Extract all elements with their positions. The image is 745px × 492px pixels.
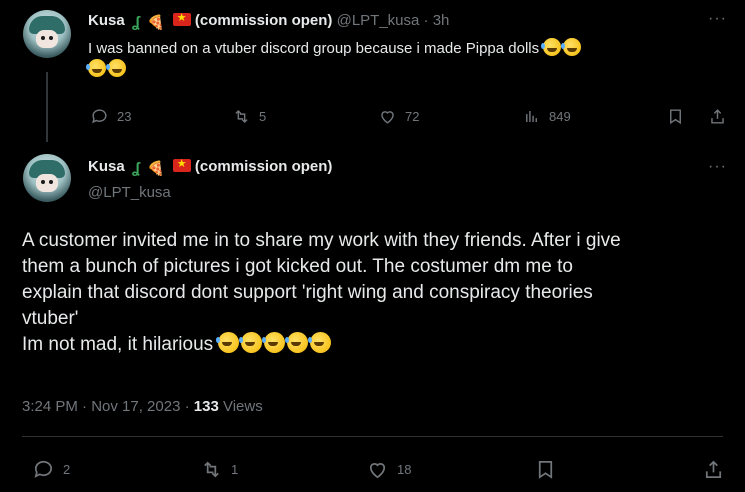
laughing-emoji-icon: [541, 38, 562, 56]
thread-line: [46, 72, 48, 142]
pizza-emoji-icon: 🍕: [147, 14, 165, 30]
reply-button[interactable]: 2: [32, 458, 70, 481]
tweet-header: Kusa ʆ 🍕 (commission open) @LPT_kusa · 3…: [88, 11, 450, 31]
vietnam-flag-icon: [172, 11, 191, 26]
handle[interactable]: @LPT_kusa: [88, 184, 171, 201]
views-button[interactable]: 849: [522, 107, 571, 126]
bookmark-button[interactable]: [666, 107, 685, 126]
tweet-timestamp[interactable]: 3:24 PM · Nov 17, 2023 ·: [22, 398, 194, 415]
repost-arrows-icon: [204, 461, 219, 478]
divider: [22, 436, 723, 437]
tweet-text: A customer invited me in to share my wor…: [22, 228, 722, 358]
tweet-text: I was banned on a vtuber discord group b…: [86, 38, 728, 80]
tweet-actions: 2 1 18: [32, 458, 722, 482]
laughing-emoji-icon: [308, 332, 332, 353]
avatar[interactable]: [23, 154, 71, 202]
dragon-emoji-icon: ʆ: [131, 160, 140, 177]
handle[interactable]: @LPT_kusa: [337, 12, 420, 29]
tweet-line: vtuber': [22, 308, 79, 329]
vietnam-flag-icon: [172, 157, 191, 172]
tweet-line: them a bunch of pictures i got kicked ou…: [22, 256, 573, 277]
share-button[interactable]: [702, 458, 725, 481]
repost-count: 1: [231, 462, 239, 477]
laughing-emoji-icon: [561, 38, 582, 56]
views-label: Views: [218, 398, 263, 415]
bookmark-icon: [670, 109, 681, 125]
more-dots-icon[interactable]: ···: [708, 158, 727, 176]
author-name[interactable]: Kusa: [88, 12, 125, 29]
more-dots-icon[interactable]: ···: [708, 10, 727, 28]
bookmark-icon: [538, 460, 553, 479]
tweet-text-content: I was banned on a vtuber discord group b…: [88, 40, 540, 57]
tweet-line: A customer invited me in to share my wor…: [22, 230, 621, 251]
share-button[interactable]: [708, 107, 727, 126]
laughing-emoji-icon: [216, 332, 240, 353]
speech-bubble-icon: [34, 460, 53, 478]
repost-button[interactable]: 5: [232, 107, 266, 126]
timestamp[interactable]: · 3h: [424, 12, 450, 29]
laughing-emoji-icon: [239, 332, 263, 353]
tweet-line: Im not mad, it hilarious: [22, 334, 214, 355]
reply-button[interactable]: 23: [90, 107, 131, 126]
reply-count: 23: [117, 109, 132, 124]
tweet-line-last: Im not mad, it hilarious: [22, 332, 722, 358]
author-suffix[interactable]: (commission open): [195, 158, 333, 175]
laughing-emoji-icon: [262, 332, 286, 353]
author-suffix[interactable]: (commission open): [195, 12, 333, 29]
tweet-line: explain that discord dont support 'right…: [22, 282, 593, 303]
laughing-emoji-icon: [106, 59, 126, 77]
avatar[interactable]: [23, 10, 71, 58]
tweet-header: Kusa ʆ 🍕 (commission open): [88, 157, 333, 177]
views-count: 133: [193, 398, 219, 415]
share-upload-icon: [711, 109, 724, 124]
repost-count: 5: [259, 109, 267, 124]
share-upload-icon: [705, 460, 722, 479]
like-button[interactable]: 18: [366, 458, 411, 481]
repost-arrows-icon: [235, 109, 248, 124]
dragon-emoji-icon: ʆ: [131, 14, 140, 31]
repost-button[interactable]: 1: [200, 458, 238, 481]
laughing-emoji-icon: [86, 59, 106, 77]
heart-icon: [369, 463, 386, 479]
views-count: 849: [549, 109, 571, 124]
bookmark-button[interactable]: [534, 458, 557, 481]
pizza-emoji-icon: 🍕: [147, 160, 165, 176]
tweet-actions: 23 5 72 849: [90, 107, 730, 127]
speech-bubble-icon: [92, 109, 107, 124]
heart-icon: [381, 111, 394, 124]
bar-chart-icon: [526, 110, 537, 123]
like-button[interactable]: 72: [378, 107, 419, 126]
like-count: 72: [405, 109, 420, 124]
author-name[interactable]: Kusa: [88, 158, 125, 175]
reply-count: 2: [63, 462, 71, 477]
like-count: 18: [397, 462, 412, 477]
tweet-meta: 3:24 PM · Nov 17, 2023 · 133 Views: [22, 398, 263, 415]
laughing-emoji-icon: [285, 332, 309, 353]
